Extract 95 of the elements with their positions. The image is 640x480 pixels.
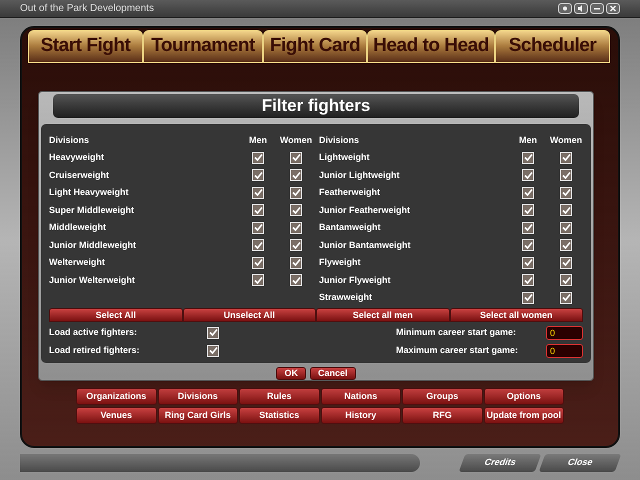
checkbox[interactable] xyxy=(207,344,219,356)
menu-button[interactable]: History xyxy=(320,407,401,424)
option-label: Load retired fighters: xyxy=(49,344,141,357)
checkbox[interactable] xyxy=(560,152,572,164)
division-label: Light Heavyweight xyxy=(49,186,130,199)
checkbox[interactable] xyxy=(522,274,534,286)
select-button[interactable]: Unselect All xyxy=(182,308,316,322)
footer-button[interactable]: Credits xyxy=(458,454,542,472)
menu-button[interactable]: Update from pool xyxy=(484,407,564,424)
menu-button[interactable]: Ring Card Girls xyxy=(158,407,238,424)
checkbox[interactable] xyxy=(252,222,264,234)
division-label: Strawweight xyxy=(319,291,374,304)
division-label: Flyweight xyxy=(319,256,362,269)
dialog-title: Filter fighters xyxy=(53,94,579,118)
footer-button[interactable]: Close xyxy=(538,454,622,472)
menu-button[interactable]: Options xyxy=(484,388,564,405)
checkbox[interactable] xyxy=(522,204,534,216)
checkbox[interactable] xyxy=(290,152,302,164)
division-label: Cruiserweight xyxy=(49,168,110,182)
column-header: Women xyxy=(548,134,584,147)
checkbox[interactable] xyxy=(522,239,534,252)
dialog-button[interactable]: Cancel xyxy=(310,367,356,380)
menu-button[interactable]: Statistics xyxy=(239,407,320,424)
minimize-icon[interactable] xyxy=(590,3,604,14)
checkbox[interactable] xyxy=(560,204,572,216)
division-label: Junior Flyweight xyxy=(319,274,392,287)
division-label: Bantamweight xyxy=(319,221,382,234)
checkbox[interactable] xyxy=(560,222,572,234)
column-header: Divisions xyxy=(319,134,360,147)
checkbox[interactable] xyxy=(560,186,572,199)
option-label: Load active fighters: xyxy=(49,326,138,339)
checkbox[interactable] xyxy=(252,239,264,252)
division-label: Junior Welterweight xyxy=(49,274,136,287)
column-header: Divisions xyxy=(49,134,90,147)
checkbox[interactable] xyxy=(290,169,302,182)
checkbox[interactable] xyxy=(560,169,572,182)
select-button[interactable]: Select All xyxy=(49,308,182,322)
division-label: Super Middleweight xyxy=(49,204,136,217)
field-label: Maximum career start game: xyxy=(396,344,520,357)
menu-button[interactable]: Rules xyxy=(239,388,320,405)
checkbox[interactable] xyxy=(560,292,572,304)
checkbox[interactable] xyxy=(290,204,302,216)
checkbox[interactable] xyxy=(522,256,534,269)
checkbox[interactable] xyxy=(252,169,264,182)
division-label: Junior Middleweight xyxy=(49,238,137,252)
checkbox[interactable] xyxy=(290,274,302,286)
checkbox[interactable] xyxy=(522,186,534,199)
checkbox[interactable] xyxy=(522,169,534,182)
checkbox[interactable] xyxy=(252,274,264,286)
tab[interactable]: Tournament xyxy=(143,30,263,63)
sound-icon[interactable] xyxy=(574,3,588,14)
checkbox[interactable] xyxy=(252,186,264,199)
close-icon[interactable] xyxy=(606,3,620,14)
division-label: Lightweight xyxy=(319,151,370,164)
menu-button[interactable]: Groups xyxy=(402,388,482,405)
tab[interactable]: Head to Head xyxy=(367,30,495,63)
column-header: Men xyxy=(248,134,268,147)
division-label: Junior Featherweight xyxy=(319,204,412,217)
select-button[interactable]: Select all women xyxy=(450,308,583,322)
field-label: Minimum career start game: xyxy=(396,326,518,339)
checkbox[interactable] xyxy=(522,222,534,234)
number-field[interactable]: 0 xyxy=(546,344,583,358)
window-title: Out of the Park Developments xyxy=(20,2,154,16)
checkbox[interactable] xyxy=(207,326,219,338)
checkbox[interactable] xyxy=(560,274,572,286)
checkbox[interactable] xyxy=(560,239,572,252)
division-label: Heavyweight xyxy=(49,151,106,164)
division-label: Welterweight xyxy=(49,256,106,269)
checkbox[interactable] xyxy=(290,256,302,269)
number-field[interactable]: 0 xyxy=(546,326,583,340)
tab[interactable]: Scheduler xyxy=(495,30,610,63)
division-label: Junior Lightweight xyxy=(319,168,400,182)
checkbox[interactable] xyxy=(290,239,302,252)
division-label: Featherweight xyxy=(319,186,382,199)
dialog-button[interactable]: OK xyxy=(276,367,306,380)
checkbox[interactable] xyxy=(252,204,264,216)
checkbox[interactable] xyxy=(252,152,264,164)
menu-button[interactable]: Nations xyxy=(320,388,401,405)
menu-button[interactable]: RFG xyxy=(402,407,482,424)
checkbox[interactable] xyxy=(290,222,302,234)
select-button[interactable]: Select all men xyxy=(316,308,450,322)
column-header: Women xyxy=(278,134,314,147)
column-header: Men xyxy=(518,134,538,147)
menu-button[interactable]: Venues xyxy=(76,407,156,424)
division-label: Junior Bantamweight xyxy=(319,238,412,252)
menu-button[interactable]: Divisions xyxy=(158,388,238,405)
tab[interactable]: Fight Card xyxy=(263,30,367,63)
division-label: Middleweight xyxy=(49,221,107,234)
checkbox[interactable] xyxy=(290,186,302,199)
checkbox[interactable] xyxy=(252,256,264,269)
checkbox[interactable] xyxy=(522,152,534,164)
tab[interactable]: Start Fight xyxy=(28,30,143,63)
checkbox[interactable] xyxy=(560,256,572,269)
checkbox[interactable] xyxy=(522,292,534,304)
menu-button[interactable]: Organizations xyxy=(76,388,156,405)
